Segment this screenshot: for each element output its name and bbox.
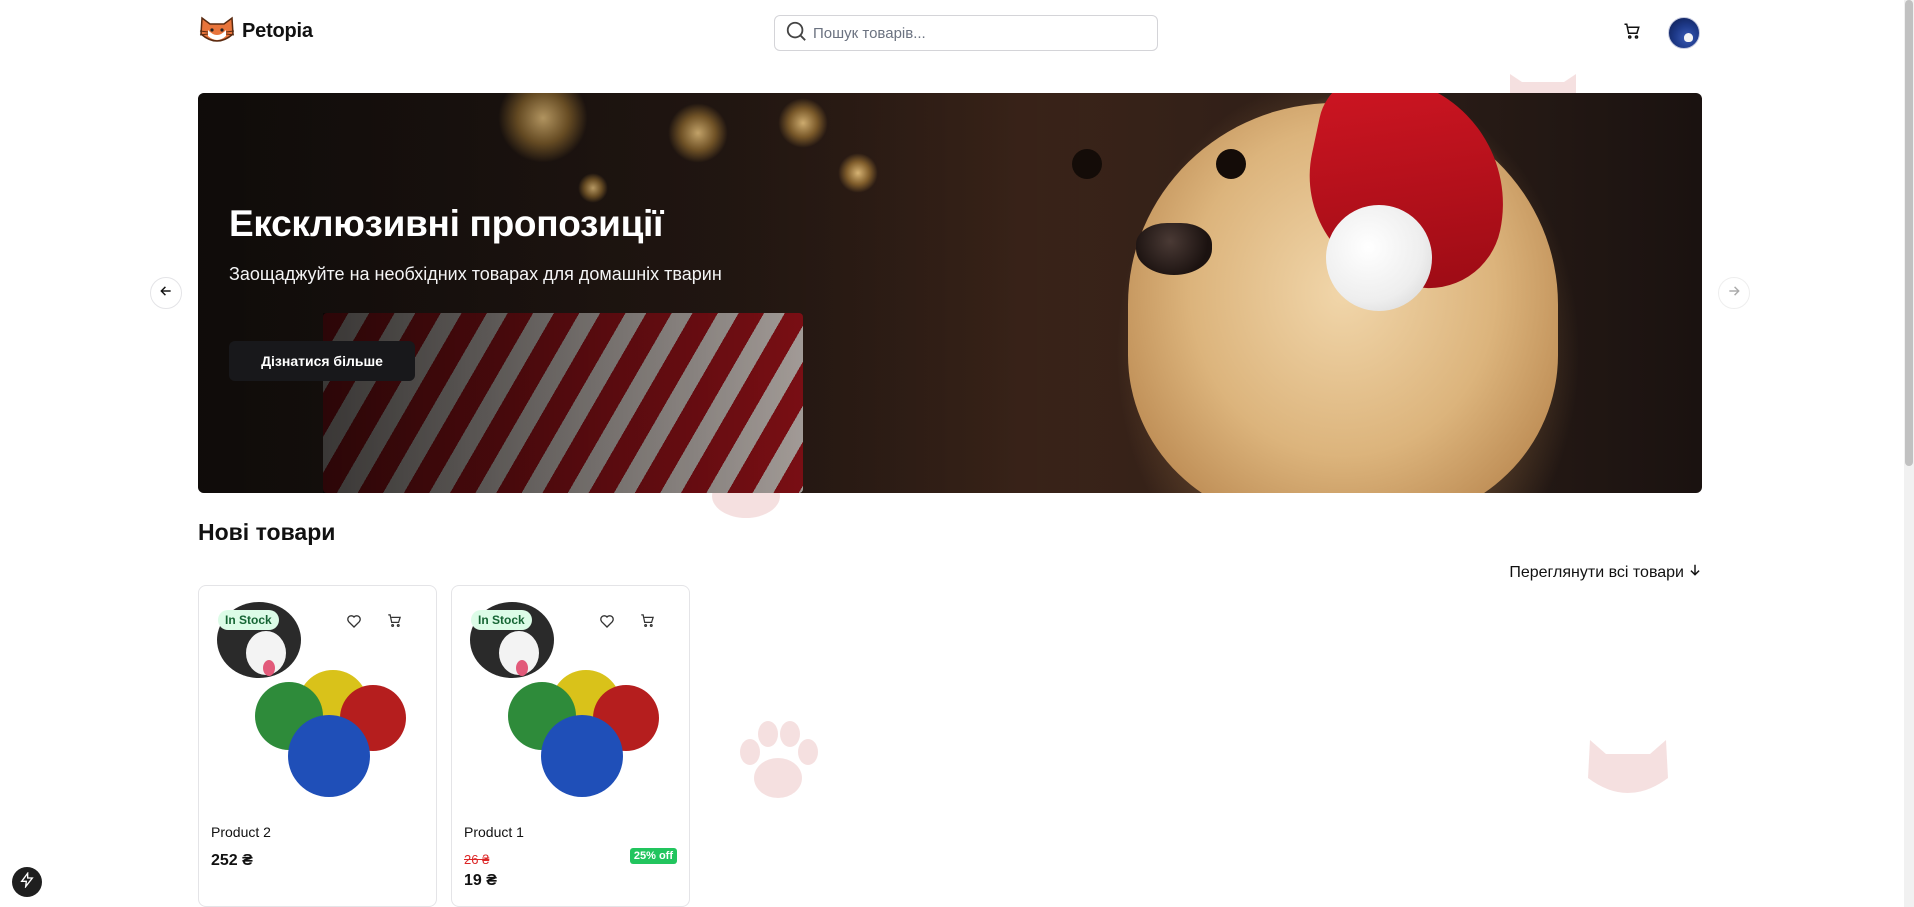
product-card[interactable]: In Stock Product 1 26 ₴ 19 ₴ 25% off bbox=[451, 585, 690, 907]
arrow-down-icon bbox=[1688, 563, 1702, 582]
brand-logo[interactable]: Petopia bbox=[198, 14, 313, 49]
cat-icon bbox=[198, 14, 236, 49]
paw-decoration-icon bbox=[728, 712, 828, 817]
avatar[interactable] bbox=[1668, 17, 1700, 49]
learn-more-button[interactable]: Дізнатися більше bbox=[229, 341, 415, 381]
product-name[interactable]: Product 2 bbox=[211, 824, 271, 840]
cart-icon bbox=[387, 613, 402, 633]
hero-subtitle: Заощаджуйте на необхідних товарах для до… bbox=[229, 264, 722, 284]
scrollbar-thumb[interactable] bbox=[1905, 0, 1913, 466]
carousel-prev-button[interactable] bbox=[150, 277, 182, 309]
product-old-price: 26 ₴ bbox=[464, 852, 490, 867]
search-input[interactable] bbox=[813, 24, 1133, 42]
product-name[interactable]: Product 1 bbox=[464, 824, 524, 840]
top-header: Petopia bbox=[0, 0, 1904, 66]
product-price: 19 ₴ bbox=[464, 872, 497, 889]
cat-decoration-icon bbox=[1582, 730, 1674, 805]
search-bar[interactable] bbox=[774, 15, 1158, 51]
paw-decoration-icon bbox=[706, 474, 786, 525]
discount-badge: 25% off bbox=[629, 848, 677, 864]
product-price: 252 ₴ bbox=[211, 852, 253, 869]
wishlist-button[interactable] bbox=[596, 612, 618, 634]
brand-name: Petopia bbox=[242, 20, 313, 42]
product-card[interactable]: In Stock Product 2 252 ₴ bbox=[198, 585, 437, 907]
stock-badge: In Stock bbox=[218, 610, 279, 630]
lightning-icon bbox=[19, 870, 35, 893]
heart-icon bbox=[346, 613, 362, 634]
add-to-cart-button[interactable] bbox=[383, 612, 405, 634]
heart-icon bbox=[599, 613, 615, 634]
view-all-label: Переглянути всі товари bbox=[1509, 563, 1684, 581]
search-icon bbox=[785, 20, 807, 47]
arrow-right-icon bbox=[1727, 284, 1741, 303]
hero-title: Ексклюзивні пропозиції bbox=[229, 203, 664, 244]
cart-button[interactable] bbox=[1620, 21, 1644, 45]
view-all-products-link[interactable]: Переглянути всі товари bbox=[1509, 563, 1702, 582]
wishlist-button[interactable] bbox=[343, 612, 365, 634]
dev-tools-button[interactable] bbox=[12, 867, 42, 897]
new-products-title: Нові товари bbox=[198, 519, 336, 545]
stock-badge: In Stock bbox=[471, 610, 532, 630]
add-to-cart-button[interactable] bbox=[636, 612, 658, 634]
cart-icon bbox=[640, 613, 655, 633]
page-scrollbar[interactable] bbox=[1904, 0, 1914, 907]
hero-banner: Ексклюзивні пропозиції Заощаджуйте на не… bbox=[198, 93, 1702, 493]
cart-icon bbox=[1623, 22, 1641, 45]
carousel-next-button[interactable] bbox=[1718, 277, 1750, 309]
arrow-left-icon bbox=[159, 284, 173, 303]
